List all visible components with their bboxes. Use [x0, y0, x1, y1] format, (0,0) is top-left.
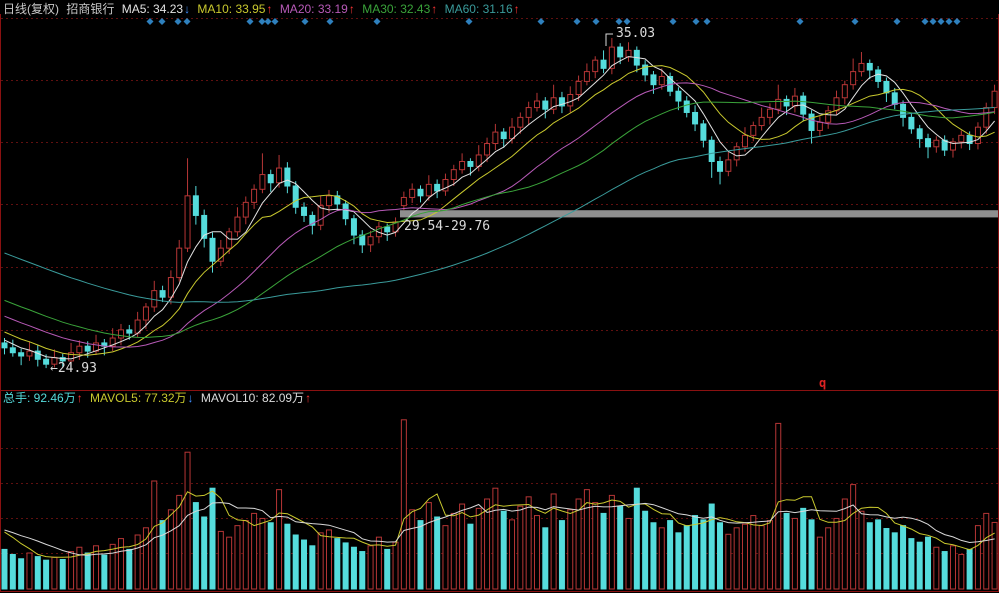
trough-price-label: ←24.93 [50, 362, 97, 375]
event-diamond-icon [175, 18, 182, 25]
mavol10-readout: MAVOL10: 82.09万 [201, 391, 304, 405]
ma10-readout: MA10: 33.95 [197, 2, 265, 16]
candles [2, 38, 997, 368]
event-diamond-icon [693, 18, 700, 25]
volume-bars [2, 420, 997, 589]
event-diamond-icon [538, 18, 545, 25]
ma30-trend-arrow: ↑ [431, 2, 437, 16]
event-diamond-icon [302, 18, 309, 25]
ma30-readout: MA30: 32.43 [362, 2, 430, 16]
ma20-trend-arrow: ↑ [349, 2, 355, 16]
gap-range-label: 29.54-29.76 [404, 220, 490, 233]
event-diamond-icon [938, 18, 945, 25]
event-diamond-icon [922, 18, 929, 25]
event-diamond-icon [946, 18, 953, 25]
mavol5-arrow: ↓ [188, 391, 194, 405]
event-diamond-icon [374, 18, 381, 25]
ma5-line [5, 57, 995, 359]
gap-band [400, 210, 999, 217]
event-diamond-icon [670, 18, 677, 25]
event-diamond-icon [593, 18, 600, 25]
event-diamond-icon [147, 18, 154, 25]
mavol10-arrow: ↑ [305, 391, 311, 405]
event-diamond-icon [930, 18, 937, 25]
ex-rights-flag[interactable]: q [819, 376, 826, 390]
price-pane-header: 日线(复权) 招商银行 MA5: 34.23↓ MA10: 33.95↑ MA2… [3, 2, 524, 16]
event-diamond-icon [852, 18, 859, 25]
event-diamond-icon [574, 18, 581, 25]
ma5-readout: MA5: 34.23 [122, 2, 183, 16]
ma10-trend-arrow: ↑ [266, 2, 272, 16]
gridlines [1, 19, 998, 554]
event-diamond-icon [466, 18, 473, 25]
total-hands-readout: 总手: 92.46万 [3, 391, 76, 405]
peak-price-label: 35.03 [616, 27, 655, 40]
ma60-readout: MA60: 31.16 [445, 2, 513, 16]
event-marker-diamonds [147, 18, 961, 25]
event-diamond-icon [184, 18, 191, 25]
event-diamond-icon [797, 18, 804, 25]
stock-name[interactable]: 招商银行 [66, 2, 114, 16]
ma-lines [5, 57, 995, 359]
event-diamond-icon [954, 18, 961, 25]
stock-chart-window: 日线(复权) 招商银行 MA5: 34.23↓ MA10: 33.95↑ MA2… [0, 0, 999, 593]
event-diamond-icon [265, 18, 272, 25]
candlestick-chart-canvas[interactable] [0, 0, 999, 593]
event-diamond-icon [624, 18, 631, 25]
event-diamond-icon [247, 18, 254, 25]
ma5-trend-arrow: ↓ [184, 2, 190, 16]
mavol5-readout: MAVOL5: 77.32万 [90, 391, 187, 405]
event-diamond-icon [894, 18, 901, 25]
frame-borders [0, 14, 999, 592]
event-diamond-icon [259, 18, 266, 25]
period-label[interactable]: 日线(复权) [3, 2, 59, 16]
event-diamond-icon [327, 18, 334, 25]
event-diamond-icon [159, 18, 166, 25]
ma60-trend-arrow: ↑ [514, 2, 520, 16]
event-diamond-icon [616, 18, 623, 25]
total-hands-arrow: ↑ [77, 391, 83, 405]
event-diamond-icon [272, 18, 279, 25]
volume-pane-header: 总手: 92.46万↑ MAVOL5: 77.32万↓ MAVOL10: 82.… [3, 391, 315, 405]
event-diamond-icon [704, 18, 711, 25]
ma20-readout: MA20: 33.19 [280, 2, 348, 16]
